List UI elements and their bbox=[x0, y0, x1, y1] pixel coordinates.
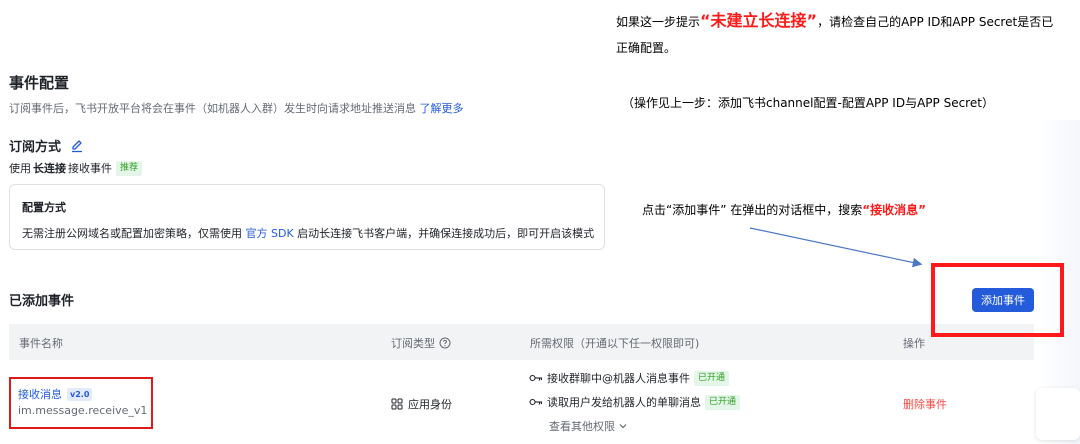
annotation-note-add-event: 点击“添加事件” 在弹出的对话框中，搜索“接收消息” bbox=[642, 201, 926, 218]
annotation-box-add-button bbox=[931, 263, 1064, 337]
permission-item: 读取用户发给机器人的单聊消息 已开通 bbox=[529, 394, 741, 410]
col-subscription-type-label: 订阅类型 bbox=[391, 337, 435, 350]
permission-item: 接收群聊中@机器人消息事件 已开通 bbox=[529, 370, 730, 386]
section-description-text: 订阅事件后，飞书开放平台将会在事件（如机器人入群）发生时向请求地址推送消息 bbox=[9, 102, 416, 115]
permission-label: 读取用户发给机器人的单聊消息 bbox=[547, 396, 701, 409]
annotation-note-connection: 如果这一步提示“未建立长连接”，请检查自己的APP ID和APP Secret是… bbox=[616, 8, 1056, 61]
help-circle-icon[interactable] bbox=[439, 337, 451, 349]
annotation-note-reference: （操作见上一步：添加飞书channel配置-配置APP ID与APP Secre… bbox=[622, 96, 994, 110]
section-description: 订阅事件后，飞书开放平台将会在事件（如机器人入群）发生时向请求地址推送消息 了解… bbox=[9, 100, 464, 116]
mode-value: 长连接 bbox=[33, 162, 66, 175]
delete-event-link[interactable]: 删除事件 bbox=[903, 396, 947, 412]
chevron-down-icon bbox=[618, 421, 628, 431]
key-icon bbox=[529, 373, 543, 383]
config-text-after: 启动长连接飞书客户端，并确保连接成功后，即可开启该模式 bbox=[297, 227, 595, 240]
annotation-note-connection-prefix: 如果这一步提示 bbox=[616, 15, 701, 29]
config-text-before: 无需注册公网域名或配置加密策略，仅需使用 bbox=[22, 227, 242, 240]
learn-more-link[interactable]: 了解更多 bbox=[420, 102, 464, 115]
col-subscription-type: 订阅类型 bbox=[391, 335, 451, 351]
annotation-note-add-event-prefix: 点击“添加事件” 在弹出的对话框中，搜索 bbox=[642, 203, 863, 217]
subscription-title: 订阅方式 bbox=[9, 136, 84, 155]
edit-icon[interactable] bbox=[70, 139, 84, 153]
subscription-mode: 使用 长连接 接收事件 推荐 bbox=[9, 160, 143, 176]
official-sdk-link[interactable]: 官方 SDK bbox=[246, 227, 294, 240]
mode-prefix: 使用 bbox=[9, 162, 31, 175]
floating-card bbox=[1036, 388, 1080, 440]
mode-suffix: 接收事件 bbox=[68, 162, 112, 175]
subscription-type-cell: 应用身份 bbox=[391, 396, 452, 412]
permission-label: 接收群聊中@机器人消息事件 bbox=[547, 372, 690, 385]
subscription-type-text: 应用身份 bbox=[408, 398, 452, 411]
enabled-badge: 已开通 bbox=[705, 394, 741, 410]
enabled-badge: 已开通 bbox=[694, 370, 730, 386]
col-event-name: 事件名称 bbox=[19, 337, 63, 350]
app-grid-icon bbox=[391, 398, 403, 410]
annotation-highlight-not-connected: “未建立长连接” bbox=[700, 11, 818, 30]
section-title: 事件配置 bbox=[9, 74, 70, 92]
subscription-title-text: 订阅方式 bbox=[9, 140, 62, 155]
view-more-permissions[interactable]: 查看其他权限 bbox=[549, 418, 628, 434]
view-more-permissions-label: 查看其他权限 bbox=[549, 420, 615, 433]
events-table-header: 事件名称 订阅类型 所需权限（开通以下任一权限即可) 操作 bbox=[9, 324, 1034, 360]
config-method-text: 无需注册公网域名或配置加密策略，仅需使用 官方 SDK 启动长连接飞书客户端，并… bbox=[22, 225, 595, 241]
recommend-badge: 推荐 bbox=[116, 160, 143, 176]
annotation-highlight-receive-message: “接收消息” bbox=[862, 203, 927, 217]
annotation-arrow bbox=[749, 227, 923, 268]
key-icon bbox=[529, 397, 543, 407]
col-required-permissions: 所需权限（开通以下任一权限即可) bbox=[530, 337, 700, 350]
annotation-box-event bbox=[9, 377, 153, 429]
col-actions: 操作 bbox=[903, 337, 925, 350]
table-row: 接收消息 v2.0 im.message.receive_v1 应用身份 接收群… bbox=[9, 360, 1034, 444]
config-method-box: 配置方式 无需注册公网域名或配置加密策略，仅需使用 官方 SDK 启动长连接飞书… bbox=[9, 184, 605, 250]
config-method-title: 配置方式 bbox=[22, 201, 66, 214]
added-events-title: 已添加事件 bbox=[9, 294, 75, 309]
